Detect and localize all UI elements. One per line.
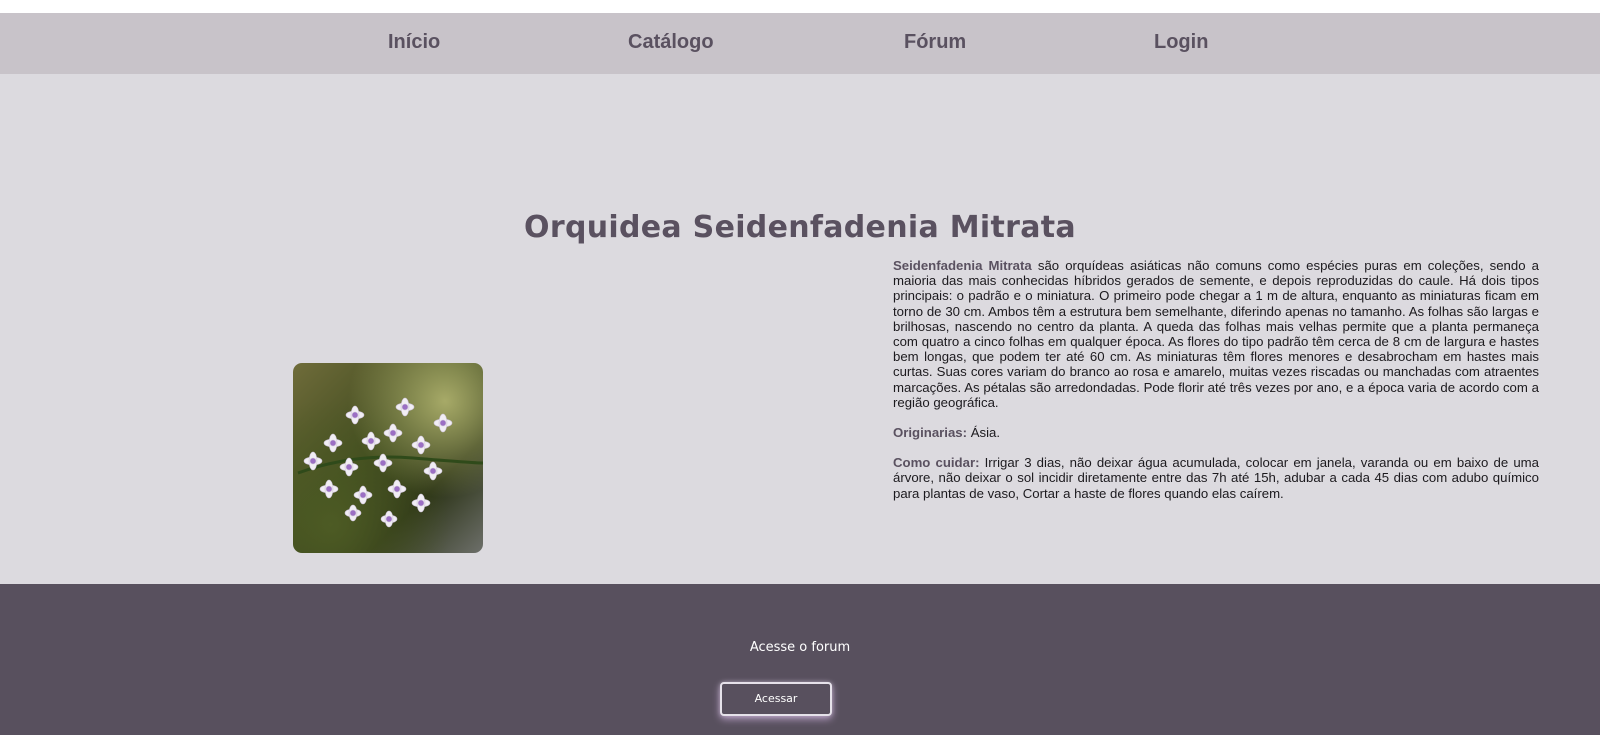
footer-forum-text: Acesse o forum [749,640,851,655]
care-label: Como cuidar: [893,455,980,471]
origin-paragraph: Originarias: Ásia. [893,425,1539,440]
nav-link-login[interactable]: Login [1154,13,1208,74]
species-name: Seidenfadenia Mitrata [893,258,1032,273]
nav-link-inicio[interactable]: Início [388,13,440,74]
description-paragraph: Seidenfadenia Mitrata são orquídeas asiá… [893,258,1539,410]
flower-cluster [303,397,453,528]
orchid-description: Seidenfadenia Mitrata são orquídeas asiá… [893,258,1539,516]
nav-link-forum[interactable]: Fórum [904,13,966,74]
origin-value: Ásia. [967,425,1001,441]
nav-link-catalogo[interactable]: Catálogo [628,13,714,74]
orchid-flowers-illustration [297,397,483,528]
page-title: Orquidea Seidenfadenia Mitrata [524,210,1076,245]
top-navigation: Início Catálogo Fórum Login [0,13,1600,74]
access-forum-button[interactable]: Acessar [720,682,832,716]
orchid-photo [293,363,483,553]
origin-label: Originarias: [893,425,968,441]
description-text: são orquídeas asiáticas não comuns como … [893,258,1539,410]
care-paragraph: Como cuidar: Irrigar 3 dias, não deixar … [893,455,1539,501]
main-content: Orquidea Seidenfadenia Mitrata Seidenfad… [0,74,1600,584]
care-value: Irrigar 3 dias, não deixar água acumulad… [893,455,1540,501]
footer: Acesse o forum Acessar [0,584,1600,735]
